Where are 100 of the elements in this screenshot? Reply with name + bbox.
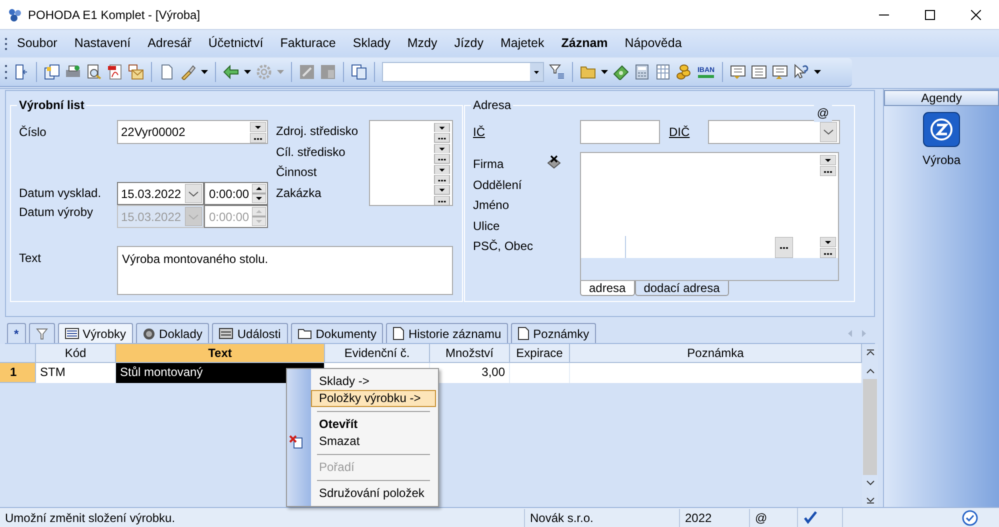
pdf-icon[interactable]: [107, 64, 123, 80]
door-icon[interactable]: [13, 64, 29, 80]
back-arrow-icon[interactable]: [223, 64, 239, 80]
filter-tab[interactable]: [28, 323, 55, 343]
detail-tab[interactable]: Události: [212, 323, 288, 343]
menu-item[interactable]: Mzdy: [407, 34, 438, 53]
ic-field[interactable]: [580, 120, 660, 144]
spin-button[interactable]: [252, 184, 266, 203]
address-tab[interactable]: dodací adresa: [634, 281, 729, 296]
detail-tab[interactable]: Výrobky: [58, 323, 134, 343]
menu-item[interactable]: Záznam: [561, 34, 608, 53]
message-icon[interactable]: [751, 64, 767, 80]
detail-tab[interactable]: *: [7, 323, 26, 343]
mail-icon[interactable]: [128, 64, 144, 80]
field-label: Text: [19, 250, 42, 267]
menu-item[interactable]: Smazat: [311, 433, 436, 450]
date-field[interactable]: 15.03.2022: [117, 182, 204, 205]
caret-icon[interactable]: [601, 70, 608, 74]
scroll-thumb[interactable]: [863, 379, 877, 475]
banknote-icon[interactable]: [613, 64, 629, 80]
agenda-label[interactable]: Výroba: [922, 151, 961, 169]
column-header[interactable]: Množství: [430, 344, 510, 363]
detail-tab[interactable]: Historie záznamu: [386, 323, 508, 343]
browse-button[interactable]: [434, 196, 450, 205]
documents-icon[interactable]: [44, 64, 60, 80]
calculator-icon[interactable]: [634, 64, 650, 80]
time-field[interactable]: 0:00:00: [204, 182, 268, 205]
detail-tab[interactable]: Doklady: [136, 323, 210, 343]
menu-item[interactable]: Nastavení: [74, 34, 131, 53]
message-up-icon[interactable]: [772, 64, 788, 80]
detail-tab[interactable]: Poznámky: [511, 323, 596, 343]
text-area[interactable]: Výroba montovaného stolu.: [117, 246, 453, 295]
printer-icon[interactable]: [65, 64, 81, 80]
filter-icon[interactable]: [549, 64, 565, 80]
help-cursor-icon[interactable]: [793, 64, 809, 80]
column-header[interactable]: Poznámka: [570, 344, 862, 363]
menu-item[interactable]: Nápověda: [624, 34, 682, 53]
column-header[interactable]: Text: [116, 344, 325, 363]
dropdown-button[interactable]: [530, 63, 543, 81]
browse-button[interactable]: [434, 174, 450, 184]
scroll-down-icon[interactable]: [866, 480, 874, 486]
message-down-icon[interactable]: [730, 64, 746, 80]
browse-button[interactable]: [820, 166, 836, 176]
list-icon: [64, 328, 79, 339]
menu-item[interactable]: Jízdy: [454, 34, 484, 53]
menu-item[interactable]: Soubor: [17, 34, 58, 53]
dropdown-button[interactable]: [434, 144, 450, 154]
menu-item[interactable]: Účetnictví: [208, 34, 264, 53]
dic-field[interactable]: [708, 120, 840, 144]
table-cell: STM: [36, 363, 116, 383]
column-header[interactable]: Kód: [36, 344, 116, 363]
table-cell: 3,00: [430, 363, 510, 383]
field-label: Datum vysklad.: [19, 185, 102, 202]
column-header[interactable]: Evidenční č.: [325, 344, 430, 363]
browse-button[interactable]: [434, 154, 450, 164]
browse-button[interactable]: [250, 132, 266, 142]
menu-item[interactable]: Položky výrobku ->: [311, 390, 436, 407]
top-icon[interactable]: [866, 349, 874, 358]
detail-tab[interactable]: Dokumenty: [290, 323, 384, 343]
delete-icon: [289, 434, 303, 448]
browse-button[interactable]: [434, 133, 450, 143]
number-field[interactable]: 22Vyr00002: [117, 120, 268, 144]
maximize-button[interactable]: [925, 10, 935, 20]
page-icon[interactable]: [159, 64, 175, 80]
caret-icon[interactable]: [814, 70, 821, 74]
menu-item[interactable]: Adresář: [148, 34, 192, 53]
production-agenda-icon[interactable]: [923, 112, 960, 147]
field-label: Zdroj. středisko: [276, 123, 360, 140]
scroll-up-icon[interactable]: [866, 368, 874, 374]
brush-icon[interactable]: [180, 64, 196, 80]
menu-item[interactable]: Fakturace: [280, 34, 336, 53]
dropdown-button[interactable]: [434, 123, 450, 132]
eraser-icon[interactable]: [546, 154, 562, 170]
menu-item[interactable]: Sdružování položek: [311, 485, 436, 502]
dropdown-button[interactable]: [820, 236, 836, 246]
dropdown-button[interactable]: [434, 185, 450, 195]
folder-icon[interactable]: [580, 64, 596, 80]
preview-icon[interactable]: [86, 64, 102, 80]
check-circle-icon[interactable]: [962, 510, 978, 526]
center-list-field[interactable]: [369, 120, 453, 206]
spreadsheet-icon[interactable]: [655, 64, 671, 80]
address-tab[interactable]: adresa: [580, 281, 635, 296]
copy-icon[interactable]: [351, 64, 367, 80]
column-header[interactable]: Expirace: [510, 344, 570, 363]
caret-icon[interactable]: [201, 70, 208, 74]
dropdown-button[interactable]: [820, 155, 836, 165]
browse-button[interactable]: [820, 248, 836, 258]
field-label: Firma: [473, 156, 505, 173]
email-symbol: @: [814, 104, 832, 122]
address-field[interactable]: [580, 152, 839, 281]
disc-icon: [143, 328, 156, 340]
menu-item[interactable]: Majetek: [500, 34, 544, 53]
coins-icon[interactable]: [676, 64, 692, 80]
dropdown-button[interactable]: [250, 122, 266, 132]
close-button[interactable]: [971, 10, 981, 20]
menu-item[interactable]: Sklady: [352, 34, 390, 53]
caret-icon[interactable]: [244, 70, 251, 74]
dropdown-button[interactable]: [434, 164, 450, 174]
menu-item[interactable]: Otevřít: [311, 416, 436, 433]
bottom-icon[interactable]: [866, 494, 874, 504]
